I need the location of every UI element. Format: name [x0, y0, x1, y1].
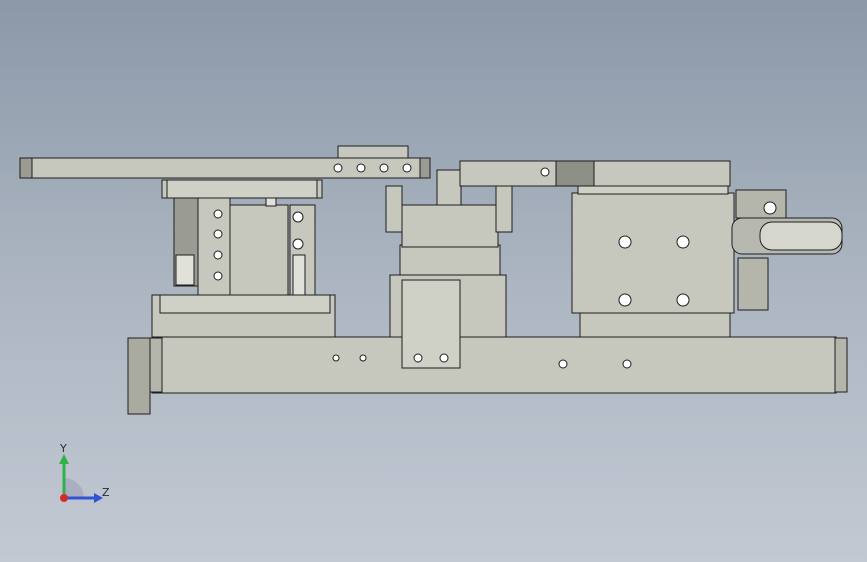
center-arm-left: [385, 185, 403, 233]
hole: [332, 354, 340, 362]
y-axis-label: Y: [60, 442, 67, 455]
hole: [359, 354, 367, 362]
orientation-triad: Y Z: [48, 440, 118, 510]
hole: [292, 211, 304, 223]
top-bar-end-right: [419, 157, 431, 179]
hole: [379, 163, 389, 173]
left-top-plate-inner: [166, 179, 318, 199]
triad-graphic: [59, 454, 103, 503]
hole: [413, 353, 423, 363]
top-bar-tab: [337, 145, 409, 159]
y-arrow: [59, 454, 69, 464]
base-rail-end-left-face: [149, 337, 163, 393]
cylinder-rod: [759, 221, 843, 251]
hole: [676, 235, 690, 249]
left-pin: [265, 197, 277, 207]
hole: [558, 359, 568, 369]
top-bar: [19, 157, 431, 179]
cylinder-mount: [735, 189, 787, 219]
hole: [213, 271, 223, 281]
x-axis-dot: [60, 494, 68, 502]
right-plate: [579, 312, 731, 338]
hole: [213, 209, 223, 219]
hole: [676, 293, 690, 307]
center-column: [399, 244, 501, 276]
hole: [618, 235, 632, 249]
right-top-cap: [577, 185, 729, 195]
right-top-bar-dark: [555, 160, 595, 187]
triad-arc: [64, 478, 84, 498]
right-top-bar: [459, 160, 731, 187]
base-rail: [151, 336, 837, 394]
hole: [402, 163, 412, 173]
center-arm-right: [495, 185, 513, 233]
hole: [292, 238, 304, 250]
left-slide-rod: [292, 254, 306, 296]
center-bracket: [401, 279, 461, 369]
hole: [333, 163, 343, 173]
hole: [439, 353, 449, 363]
assembly-drawing: [19, 145, 848, 415]
hole: [622, 359, 632, 369]
hole: [356, 163, 366, 173]
hole: [213, 229, 223, 239]
cylinder-bracket: [737, 257, 769, 311]
hole: [213, 250, 223, 260]
left-body: [229, 204, 289, 296]
hole: [618, 293, 632, 307]
hole: [763, 201, 777, 215]
center-head: [401, 204, 499, 248]
cad-viewport[interactable]: Y Z: [0, 0, 867, 562]
center-post: [436, 169, 462, 206]
base-rail-end-right: [834, 337, 848, 393]
right-body: [571, 192, 735, 314]
left-finger: [175, 254, 195, 286]
top-bar-end-left: [19, 157, 33, 179]
base-rail-end-left: [127, 337, 151, 415]
hole: [540, 167, 550, 177]
left-pedestal-top: [159, 294, 331, 314]
z-axis-label: Z: [102, 486, 110, 499]
